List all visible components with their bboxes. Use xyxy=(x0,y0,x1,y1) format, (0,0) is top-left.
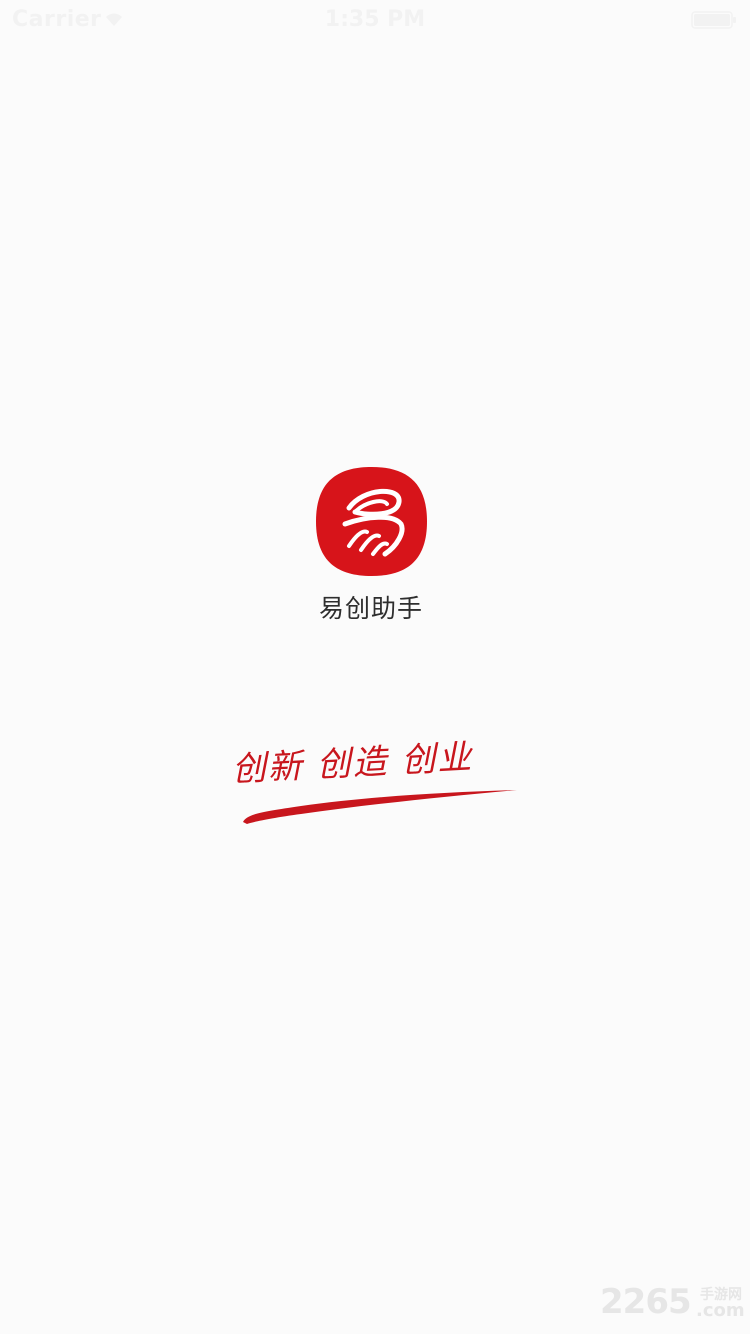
watermark-number: 2265 xyxy=(600,1282,692,1322)
site-watermark: 2265 手游网 .com xyxy=(600,1282,750,1322)
watermark-domain: .com xyxy=(696,1300,745,1321)
slogan-text: 创新 创造 创业 xyxy=(230,737,475,791)
slogan: 创新 创造 创业 xyxy=(231,737,517,834)
battery-icon xyxy=(691,11,736,29)
status-time: 1:35 PM xyxy=(324,7,426,32)
yi-logo-icon xyxy=(316,467,427,576)
splash-screen: Carrier 1:35 PM 易创助手 创新 创造 创业 2265 手游网 .… xyxy=(0,0,750,1334)
status-bar: Carrier 1:35 PM xyxy=(0,0,750,40)
slogan-underline-swoosh xyxy=(243,790,517,824)
app-name: 易创助手 xyxy=(318,594,423,623)
